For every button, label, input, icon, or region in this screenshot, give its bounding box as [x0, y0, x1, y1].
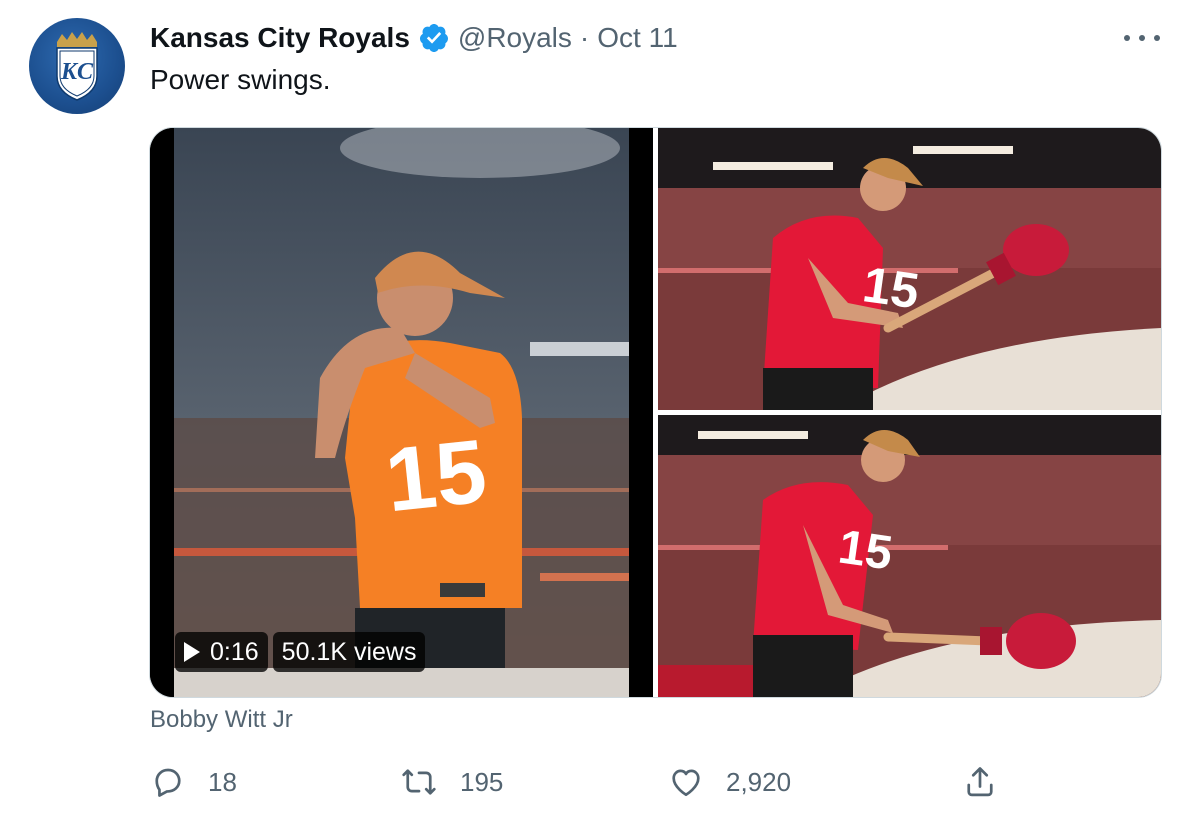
header-separator: · — [579, 22, 590, 53]
verified-badge-icon — [419, 24, 448, 52]
retweet-count: 195 — [460, 766, 504, 797]
photo-2-image: 15 — [658, 415, 1161, 697]
play-icon — [184, 642, 200, 662]
photo-1[interactable]: 15 — [658, 128, 1161, 410]
avatar[interactable]: KC — [29, 18, 125, 114]
media-caption[interactable]: Bobby Witt Jr — [150, 706, 293, 734]
tweet-header: Kansas City Royals @Royals · Oct 11 — [150, 18, 678, 58]
video-player[interactable]: 15 0:16 50.1K views — [150, 128, 653, 697]
more-options-button[interactable] — [1124, 22, 1160, 54]
author-handle[interactable]: @Royals — [458, 22, 572, 54]
author-name[interactable]: Kansas City Royals — [150, 22, 410, 54]
more-dot-icon — [1124, 35, 1130, 41]
reply-icon — [155, 768, 181, 797]
photo-2[interactable]: 15 — [658, 415, 1161, 697]
svg-text:15: 15 — [381, 421, 491, 531]
share-button[interactable] — [962, 764, 1020, 800]
more-dot-icon — [1139, 35, 1145, 41]
heart-icon — [672, 769, 700, 797]
photo-1-image: 15 — [658, 128, 1161, 410]
avatar-monogram: KC — [60, 59, 93, 85]
video-duration-badge: 0:16 — [175, 632, 268, 672]
retweet-icon — [402, 769, 436, 795]
video-badges: 0:16 50.1K views — [175, 632, 426, 672]
video-views: 50.1K views — [281, 637, 417, 666]
retweet-button[interactable]: 195 — [400, 764, 503, 800]
share-icon — [967, 767, 993, 797]
svg-text:15: 15 — [835, 521, 895, 581]
tweet-actions: 18 195 2,920 — [150, 764, 1010, 800]
tweet-text: Power swings. — [150, 64, 331, 95]
like-button[interactable]: 2,920 — [668, 764, 791, 800]
video-duration: 0:16 — [210, 637, 259, 666]
more-dot-icon — [1154, 35, 1160, 41]
media-grid: 15 0:16 50.1K views 15 15 — [149, 127, 1162, 698]
video-views-badge: 50.1K views — [272, 632, 426, 672]
reply-button[interactable]: 18 — [150, 764, 237, 800]
reply-count: 18 — [208, 766, 237, 797]
like-count: 2,920 — [726, 766, 792, 797]
video-frame: 15 — [150, 128, 653, 697]
tweet-date[interactable]: Oct 11 — [597, 22, 677, 54]
